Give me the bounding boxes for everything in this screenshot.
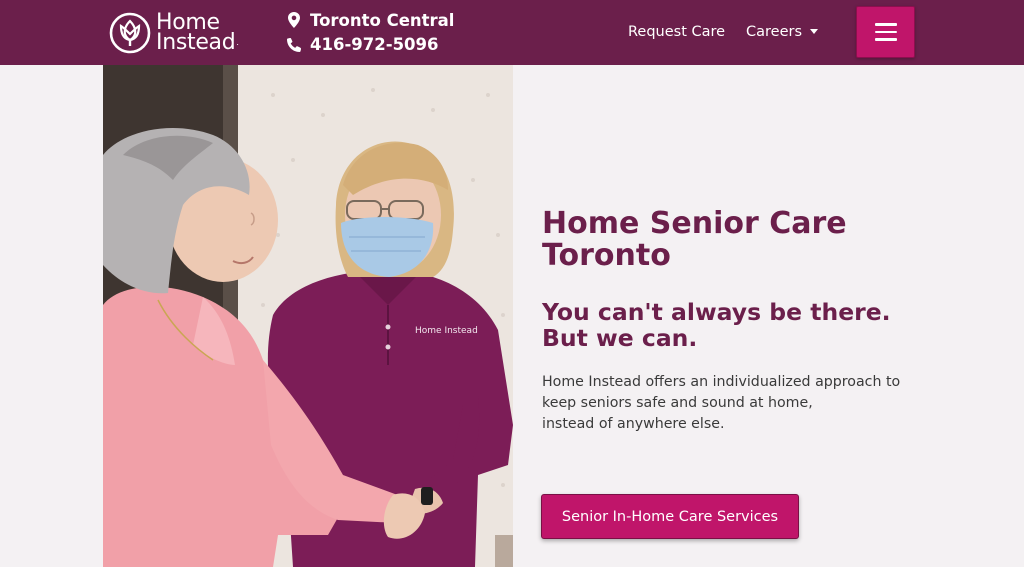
hero-description: Home Instead offers an individualized ap… <box>542 372 902 435</box>
phone-number: 416-972-5096 <box>310 34 439 54</box>
nav-careers[interactable]: Careers <box>746 22 819 42</box>
phone-icon <box>287 37 301 52</box>
location-label: Toronto Central <box>310 10 455 30</box>
tulip-logo-icon <box>109 12 151 54</box>
logo-wordmark: Home Instead. <box>156 12 239 55</box>
phone-row[interactable]: 416-972-5096 <box>287 32 454 56</box>
hero-description-line: keep seniors safe and sound at home, <box>542 395 813 411</box>
site-header: Home Instead. Toronto Central 416-972-50… <box>0 0 1024 65</box>
hero-photo: Home Instead <box>103 65 513 567</box>
logo-line-2: Instead. <box>156 30 239 55</box>
caregiver-with-senior-illustration: Home Instead <box>103 65 513 567</box>
hero-subtitle: You can't always be there. But we can. <box>542 298 891 352</box>
location-row[interactable]: Toronto Central <box>287 8 454 32</box>
shirt-logo-text: Home Instead <box>415 326 478 336</box>
chevron-down-icon <box>810 29 819 34</box>
map-pin-icon <box>288 12 300 28</box>
senior-care-services-button[interactable]: Senior In-Home Care Services <box>541 494 799 539</box>
nav-request-care[interactable]: Request Care <box>628 22 725 42</box>
page-title: Home Senior Care Toronto <box>542 206 847 273</box>
home-instead-logo[interactable]: Home Instead. <box>109 10 239 56</box>
menu-button[interactable] <box>856 6 915 58</box>
hamburger-icon <box>874 23 897 26</box>
hero-description-line: instead of anywhere else. <box>542 416 725 432</box>
nav-careers-label: Careers <box>746 24 803 40</box>
contact-info: Toronto Central 416-972-5096 <box>287 8 454 56</box>
hero-description-line: Home Instead offers an individualized ap… <box>542 374 901 390</box>
